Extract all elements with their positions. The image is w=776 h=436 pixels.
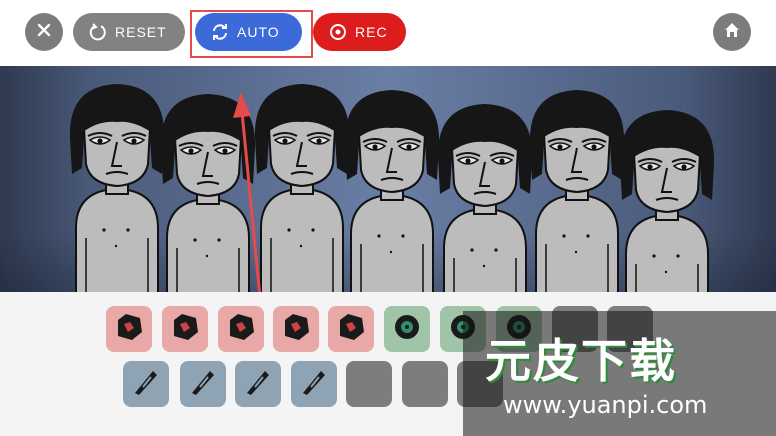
close-icon [36, 22, 52, 43]
effect-icon-1 [390, 310, 424, 349]
beat-icon-4 [279, 310, 313, 349]
palette-row1-tile-5[interactable] [328, 306, 374, 352]
character-stage [0, 66, 776, 292]
palette-row1-tile-3[interactable] [218, 306, 264, 352]
melody-icon-5 [241, 365, 275, 404]
melody-icon-4 [186, 365, 220, 404]
reset-icon [89, 23, 107, 41]
record-icon [329, 23, 347, 41]
palette-row2-tile-6[interactable] [402, 361, 448, 407]
auto-button-highlight [190, 10, 313, 58]
palette-row1-tile-2[interactable] [162, 306, 208, 352]
watermark-url: www.yuanpi.com [503, 391, 708, 419]
top-toolbar: RESET AUTO REC [0, 0, 776, 66]
palette-row1-tile-4[interactable] [273, 306, 319, 352]
melody-icon-6 [297, 365, 331, 404]
palette-row2-tile-3[interactable] [235, 361, 281, 407]
rec-button[interactable]: REC [313, 13, 406, 51]
palette-row2-tile-5[interactable] [346, 361, 392, 407]
home-icon [723, 21, 741, 44]
home-button[interactable] [713, 13, 751, 51]
palette-row1-tile-6[interactable] [384, 306, 430, 352]
rec-label: REC [355, 24, 388, 40]
palette-row2-tile-1[interactable] [123, 361, 169, 407]
reset-button[interactable]: RESET [73, 13, 185, 51]
palette-row1-tile-1[interactable] [106, 306, 152, 352]
character-7[interactable] [612, 104, 722, 292]
beat-icon-5 [334, 310, 368, 349]
beat-icon-1 [112, 310, 146, 349]
watermark-title: 元皮下载 [485, 334, 677, 388]
beat-icon-2 [168, 310, 202, 349]
close-button[interactable] [25, 13, 63, 51]
reset-label: RESET [115, 24, 167, 40]
melody-icon-3 [129, 365, 163, 404]
beat-icon-3 [224, 310, 258, 349]
watermark: 元皮下载 www.yuanpi.com [463, 311, 776, 436]
palette-row2-tile-2[interactable] [180, 361, 226, 407]
palette-row2-tile-4[interactable] [291, 361, 337, 407]
